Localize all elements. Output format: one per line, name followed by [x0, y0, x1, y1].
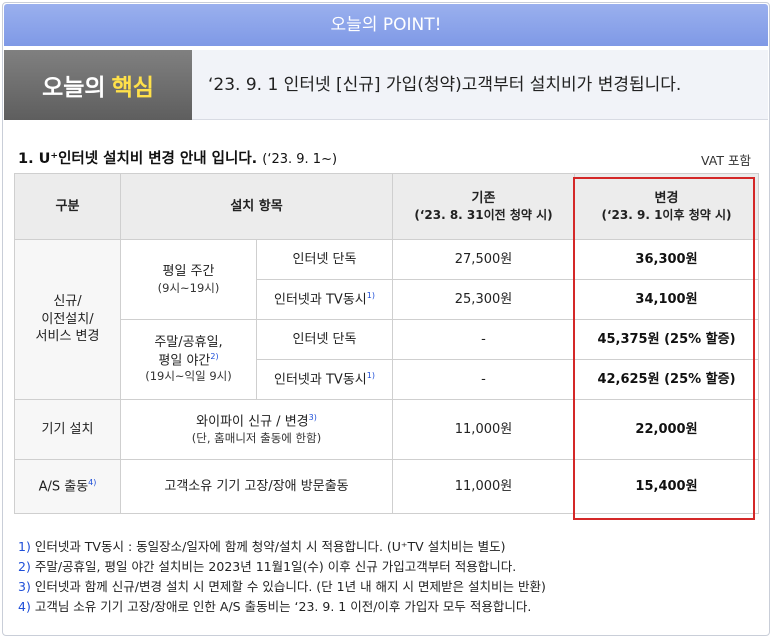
header-new: 변경 (‘23. 9. 1이후 청약 시) [574, 173, 759, 240]
point-banner: 오늘의 POINT! [4, 4, 768, 46]
device-item-note: (단, 홈매니저 출동에 한함) [191, 430, 322, 445]
footnote-num: 2) [18, 559, 31, 574]
table-row-device: 기기 설치 와이파이 신규 / 변경3) (단, 홈매니저 출동에 한함) 11… [14, 399, 759, 460]
header-new-title: 변경 [654, 190, 679, 206]
footnote-num: 4) [18, 599, 31, 614]
row-item-label: 인터넷과 TV동시 [274, 291, 367, 307]
row-old-fee: 25,300원 [392, 279, 575, 320]
banner-title: 오늘의 POINT! [330, 15, 442, 35]
core-badge: 오늘의 핵심 [4, 50, 192, 120]
table-header-row: 구분 설치 항목 기존 (‘23. 8. 31이전 청약 시) 변경 (‘23.… [14, 173, 759, 240]
category-as: A/S 출동4) [14, 459, 121, 514]
header-old-title: 기존 [471, 190, 496, 206]
row-item-sup: 1) [366, 370, 375, 380]
group-weekday: 평일 주간 (9시~19시) [120, 239, 257, 320]
row-old-fee: 27,500원 [392, 239, 575, 280]
badge-highlight: 핵심 [111, 75, 154, 101]
row-new-fee: 42,625원 (25% 할증) [574, 359, 759, 400]
footnote-item: 2) 주말/공휴일, 평일 야간 설치비는 2023년 11월1일(수) 이후 … [18, 557, 758, 577]
header-old-sub: (‘23. 8. 31이전 청약 시) [414, 208, 553, 223]
headline-text: ‘23. 9. 1 인터넷 [신규] 가입(청약)고객부터 설치비가 변경됩니다… [208, 75, 682, 95]
as-new-fee: 15,400원 [574, 459, 759, 514]
footnote-item: 4) 고객님 소유 기기 고장/장애로 인한 A/S 출동비는 ‘23. 9. … [18, 597, 758, 617]
footnote-item: 3) 인터넷과 함께 신규/변경 설치 시 면제할 수 있습니다. (단 1년 … [18, 577, 758, 597]
row-new-fee: 34,100원 [574, 279, 759, 320]
row-old-fee: - [392, 359, 575, 400]
row-item: 인터넷 단독 [256, 239, 393, 280]
row-new-fee: 45,375원 (25% 할증) [574, 319, 759, 360]
footnote-text: 인터넷과 함께 신규/변경 설치 시 면제할 수 있습니다. (단 1년 내 해… [34, 579, 546, 594]
section-date: (‘23. 9. 1~) [262, 152, 338, 167]
footnote-text: 주말/공휴일, 평일 야간 설치비는 2023년 11월1일(수) 이후 신규 … [34, 559, 517, 574]
row-item: 인터넷과 TV동시1) [256, 279, 393, 320]
group-weekday-time: (9시~19시) [157, 280, 220, 295]
table-row: 신규/ 이전설치/ 서비스 변경 평일 주간 (9시~19시) 인터넷 단독 2… [14, 239, 759, 400]
vat-note: VAT 포함 [701, 153, 751, 168]
group-weekend-line1: 주말/공휴일, [154, 335, 223, 351]
category-as-label: A/S 출동 [38, 478, 89, 494]
device-item: 와이파이 신규 / 변경3) (단, 홈매니저 출동에 한함) [120, 399, 393, 460]
footnote-text: 고객님 소유 기기 고장/장애로 인한 A/S 출동비는 ‘23. 9. 1 이… [34, 599, 532, 614]
as-item: 고객소유 기기 고장/장애 방문출동 [120, 459, 393, 514]
footnote-text: 인터넷과 TV동시 : 동일장소/일자에 함께 청약/설치 시 적용합니다. (… [34, 539, 506, 554]
group-weekend-sup: 2) [210, 351, 219, 361]
footnote-item: 1) 인터넷과 TV동시 : 동일장소/일자에 함께 청약/설치 시 적용합니다… [18, 537, 758, 557]
headline-row: 오늘의 핵심 ‘23. 9. 1 인터넷 [신규] 가입(청약)고객부터 설치비… [4, 50, 768, 120]
device-item-sup: 3) [308, 412, 317, 422]
as-old-fee: 11,000원 [392, 459, 575, 514]
install-fee-table: 구분 설치 항목 기존 (‘23. 8. 31이전 청약 시) 변경 (‘23.… [14, 173, 759, 514]
group-weekend: 주말/공휴일, 평일 야간2) (19시~익일 9시) [120, 319, 257, 400]
header-new-sub: (‘23. 9. 1이후 청약 시) [601, 208, 732, 223]
badge-prefix: 오늘의 [42, 75, 106, 101]
header-old: 기존 (‘23. 8. 31이전 청약 시) [392, 173, 575, 240]
header-item: 설치 항목 [120, 173, 393, 240]
device-old-fee: 11,000원 [392, 399, 575, 460]
footnote-num: 1) [18, 539, 31, 554]
table-row-as: A/S 출동4) 고객소유 기기 고장/장애 방문출동 11,000원 15,4… [14, 459, 759, 514]
row-item: 인터넷 단독 [256, 319, 393, 360]
device-item-label: 와이파이 신규 / 변경 [196, 414, 309, 430]
row-old-fee: - [392, 319, 575, 360]
table-row: 주말/공휴일, 평일 야간2) (19시~익일 9시) 인터넷 단독 - 45,… [15, 319, 759, 400]
category-new-install: 신규/ 이전설치/ 서비스 변경 [14, 239, 121, 400]
group-weekend-line2: 평일 야간 [158, 352, 211, 368]
row-item-sup: 1) [366, 290, 375, 300]
section-title: 1. U⁺인터넷 설치비 변경 안내 입니다. (‘23. 9. 1~) [18, 147, 337, 168]
row-item: 인터넷과 TV동시1) [256, 359, 393, 400]
row-item-label: 인터넷과 TV동시 [274, 371, 367, 387]
group-weekend-time: (19시~익일 9시) [145, 369, 232, 384]
row-new-fee: 36,300원 [574, 239, 759, 280]
device-new-fee: 22,000원 [574, 399, 759, 460]
footnote-num: 3) [18, 579, 31, 594]
section-title-text: 1. U⁺인터넷 설치비 변경 안내 입니다. [18, 151, 258, 167]
category-device: 기기 설치 [14, 399, 121, 460]
category-as-sup: 4) [88, 477, 97, 487]
footnotes: 1) 인터넷과 TV동시 : 동일장소/일자에 함께 청약/설치 시 적용합니다… [18, 537, 758, 617]
group-weekday-label: 평일 주간 [162, 263, 215, 279]
header-category: 구분 [14, 173, 121, 240]
